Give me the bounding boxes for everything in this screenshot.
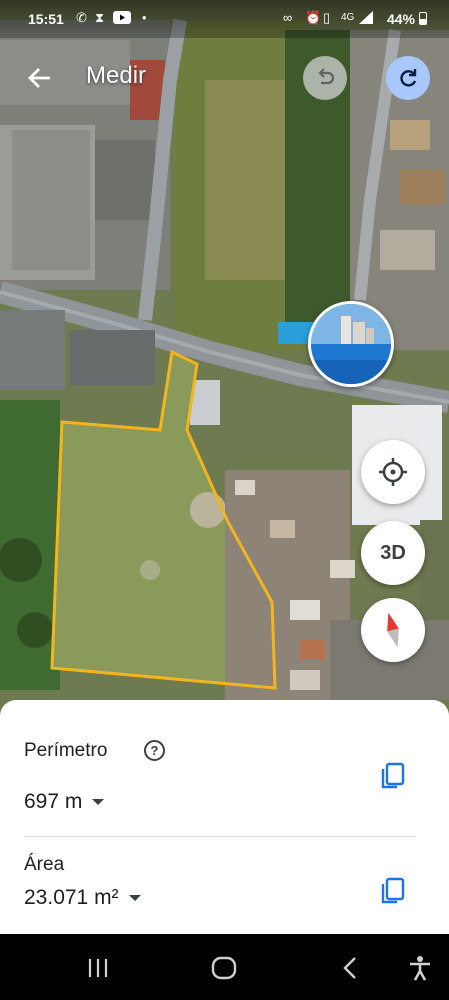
compass-icon bbox=[387, 612, 399, 648]
status-bar: 15:51 ✆ ⧗ • ∞ ⏰ ▯ 4G 44% bbox=[0, 0, 449, 38]
recents-icon bbox=[88, 959, 108, 977]
4g-signal-icon: 4G bbox=[341, 12, 355, 23]
system-back-button[interactable] bbox=[328, 948, 372, 988]
home-icon bbox=[211, 956, 237, 980]
perimeter-label: Perímetro bbox=[24, 740, 108, 761]
battery-icon bbox=[419, 12, 427, 25]
divider bbox=[24, 836, 416, 837]
copy-icon bbox=[381, 762, 405, 789]
accessibility-button[interactable] bbox=[398, 948, 442, 988]
my-location-button[interactable] bbox=[361, 440, 425, 504]
vibrate-icon: ▯ bbox=[323, 10, 331, 25]
undo-button[interactable] bbox=[303, 56, 347, 100]
copy-icon bbox=[381, 877, 405, 904]
home-button[interactable] bbox=[202, 948, 246, 988]
area-label: Área bbox=[24, 854, 65, 875]
status-time: 15:51 bbox=[28, 11, 64, 27]
system-navigation-bar bbox=[0, 934, 449, 1000]
hourglass-icon: ⧗ bbox=[95, 10, 105, 25]
dot-icon: • bbox=[142, 10, 147, 25]
measurement-sheet: Perímetro ? 697 m Área 23.071 m² bbox=[0, 700, 449, 934]
compass-button[interactable] bbox=[361, 598, 425, 662]
accessibility-icon bbox=[410, 956, 430, 981]
crosshair-icon bbox=[379, 458, 407, 486]
youtube-icon bbox=[113, 11, 131, 27]
chevron-down-icon bbox=[128, 895, 141, 902]
back-button[interactable] bbox=[20, 58, 60, 98]
3d-toggle-button[interactable]: 3D bbox=[361, 521, 425, 585]
undo-icon bbox=[318, 68, 335, 85]
area-value: 23.071 m² bbox=[24, 886, 119, 909]
perimeter-value-dropdown[interactable]: 697 m bbox=[24, 790, 105, 814]
alarm-icon: ⏰ bbox=[305, 10, 322, 25]
whatsapp-icon: ✆ bbox=[76, 10, 87, 25]
copy-perimeter-button[interactable] bbox=[376, 759, 410, 793]
redo-button[interactable] bbox=[386, 56, 430, 100]
back-icon bbox=[343, 957, 356, 979]
chevron-down-icon bbox=[92, 799, 105, 806]
link-icon: ∞ bbox=[283, 10, 293, 25]
arrow-left-icon bbox=[28, 68, 50, 88]
copy-area-button[interactable] bbox=[376, 874, 410, 908]
page-title: Medir bbox=[86, 62, 147, 89]
help-icon[interactable]: ? bbox=[144, 740, 165, 761]
street-photo-thumbnail[interactable] bbox=[308, 301, 394, 387]
3d-label: 3D bbox=[380, 541, 406, 564]
redo-icon bbox=[400, 69, 417, 87]
recents-button[interactable] bbox=[76, 948, 120, 988]
perimeter-value: 697 m bbox=[24, 790, 83, 813]
satellite-map[interactable]: 3D bbox=[0, 0, 449, 720]
area-value-dropdown[interactable]: 23.071 m² bbox=[24, 886, 141, 910]
battery-percent: 44% bbox=[386, 11, 415, 27]
signal-icon bbox=[359, 11, 373, 27]
